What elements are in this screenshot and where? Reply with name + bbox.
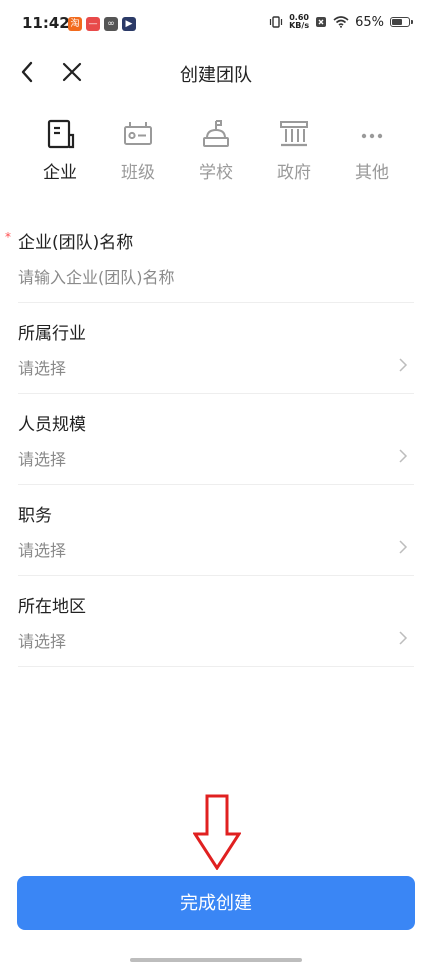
page-title: 创建团队 [180, 65, 252, 86]
government-building-icon [280, 121, 308, 147]
staff-size-select[interactable]: 请选择 [18, 446, 66, 470]
team-type-tabs: 企业 班级 学校 政府 其他 [22, 118, 410, 188]
tab-label: 班级 [121, 163, 155, 183]
chevron-right-icon [399, 358, 408, 372]
class-card-icon [124, 122, 152, 145]
team-name-input[interactable]: 请输入企业(团队)名称 [18, 264, 175, 288]
industry-select[interactable]: 请选择 [18, 355, 66, 379]
tab-government[interactable]: 政府 [256, 118, 332, 188]
down-arrow-icon [193, 794, 241, 870]
tab-school[interactable]: 学校 [178, 118, 254, 188]
team-form: * 企业(团队)名称 请输入企业(团队)名称 所属行业 请选择 人员规模 请选择… [5, 212, 414, 667]
tab-label: 企业 [43, 163, 77, 183]
field-label: 企业(团队)名称 [18, 233, 134, 253]
chevron-right-icon [399, 540, 408, 554]
tab-label: 政府 [277, 163, 311, 183]
industry-field[interactable]: 所属行业 请选择 [18, 303, 414, 394]
app-notification-icon: — [86, 17, 100, 31]
play-app-icon: ▶ [122, 17, 136, 31]
no-sim-icon [316, 17, 327, 27]
status-time: 11:42 [22, 14, 70, 32]
battery-percent: 65% [355, 14, 384, 30]
field-label: 所属行业 [18, 324, 86, 344]
position-select[interactable]: 请选择 [18, 537, 66, 561]
chevron-right-icon [399, 631, 408, 645]
home-indicator[interactable] [130, 958, 302, 962]
status-notification-icons: 淘 — ∞ ▶ [68, 17, 136, 31]
region-field[interactable]: 所在地区 请选择 [18, 576, 414, 667]
team-name-field: * 企业(团队)名称 请输入企业(团队)名称 [5, 212, 414, 303]
app-notification-icon: 淘 [68, 17, 82, 31]
navigation-bar: 创建团队 [0, 50, 432, 94]
net-speed: 0.60 KB/s [289, 14, 309, 30]
tab-class[interactable]: 班级 [100, 118, 176, 188]
staff-size-field[interactable]: 人员规模 请选择 [18, 394, 414, 485]
building-document-icon [47, 119, 75, 149]
tab-enterprise[interactable]: 企业 [22, 118, 98, 188]
field-label: 所在地区 [18, 597, 86, 617]
school-bell-icon [203, 120, 229, 147]
field-label: 人员规模 [18, 415, 86, 435]
required-mark: * [5, 230, 11, 244]
chevron-right-icon [399, 449, 408, 463]
region-select[interactable]: 请选择 [18, 628, 66, 652]
tab-label: 其他 [355, 163, 389, 183]
more-dots-icon [361, 133, 383, 139]
vibrate-icon [270, 16, 283, 28]
tab-other[interactable]: 其他 [334, 118, 410, 188]
net-speed-unit: KB/s [289, 21, 310, 30]
battery-icon [390, 17, 413, 27]
create-team-button[interactable]: 完成创建 [17, 876, 415, 930]
status-bar: 11:42 淘 — ∞ ▶ 0.60 KB/s 65% [0, 0, 432, 50]
tab-label: 学校 [199, 163, 233, 183]
field-label: 职务 [18, 506, 52, 526]
status-indicators: 0.60 KB/s 65% [269, 14, 413, 30]
app-notification-icon: ∞ [104, 17, 118, 31]
wifi-icon [333, 16, 349, 28]
position-field[interactable]: 职务 请选择 [18, 485, 414, 576]
